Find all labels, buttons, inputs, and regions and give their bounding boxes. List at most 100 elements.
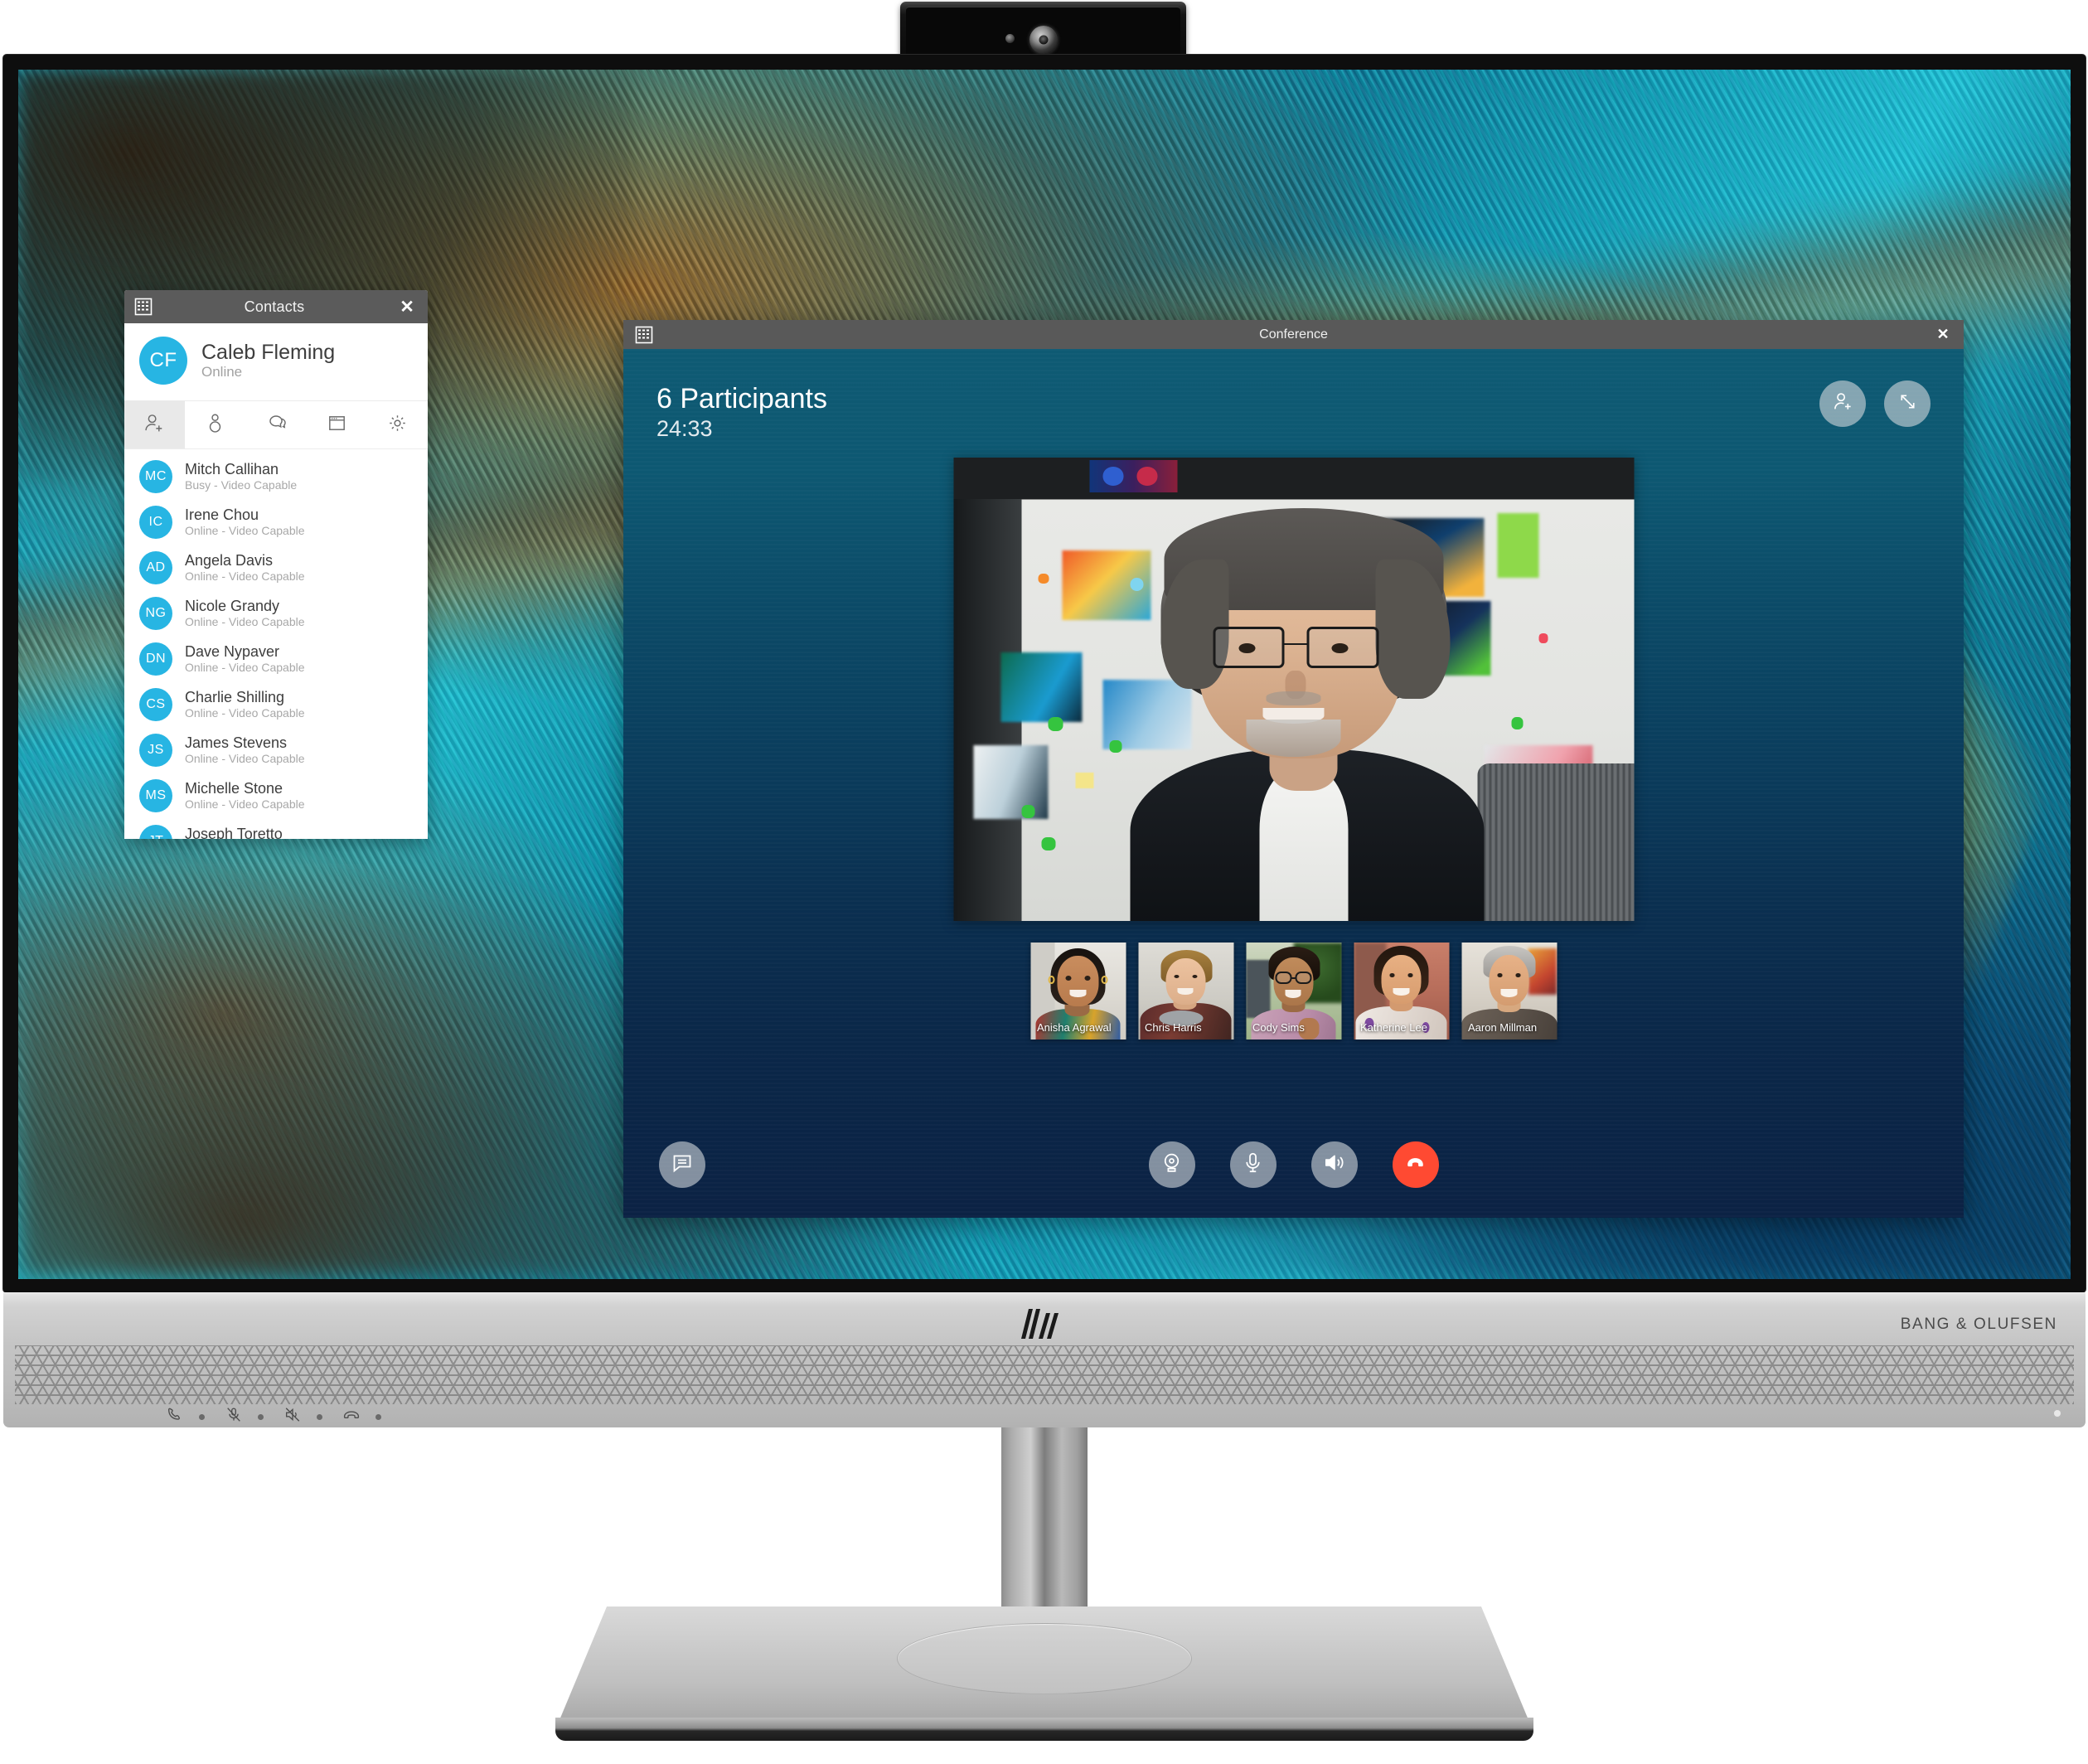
add-participant-button[interactable] <box>1819 380 1866 427</box>
hp-logo <box>1019 1307 1070 1340</box>
current-user-status: Online <box>201 363 243 380</box>
audio-brand-label: BANG & OLUFSEN <box>1900 1316 2057 1333</box>
contact-row[interactable]: CS Charlie Shilling Online - Video Capable <box>124 681 428 727</box>
window-icon <box>326 412 348 439</box>
current-user-row[interactable]: CF Caleb Fleming Online <box>124 323 428 401</box>
monitor-chin: BANG & OLUFSEN <box>3 1292 2086 1427</box>
contact-name: Dave Nypaver <box>185 643 280 661</box>
chat-button[interactable] <box>659 1141 705 1188</box>
participant-thumbnails: Anisha Agrawal Chris Harris Cody Sims Ka… <box>1030 943 1557 1040</box>
add-contact-tab[interactable] <box>124 401 186 448</box>
participant-thumbnail[interactable]: Cody Sims <box>1246 943 1341 1040</box>
person-circle-icon <box>204 412 226 439</box>
speaker-muted-icon <box>283 1407 302 1427</box>
webcam-icon <box>1160 1151 1184 1179</box>
camera-button[interactable] <box>1148 1141 1195 1188</box>
conference-window[interactable]: Conference ✕ 6 Participants 24:33 Anisha… <box>623 320 1964 1218</box>
contact-list[interactable]: MC Mitch Callihan Busy - Video Capable IC Ir… <box>124 449 428 839</box>
expand-view-button[interactable] <box>1884 380 1931 427</box>
expand-arrows-icon <box>1897 390 1919 417</box>
contact-status: Online - Video Capable <box>185 660 305 674</box>
mute-speaker-button[interactable] <box>283 1407 322 1427</box>
screenshot-root: Contacts ✕ CF Caleb Fleming Online MC Mi… <box>0 0 2088 1764</box>
contact-status: Online - Video Capable <box>185 797 305 811</box>
contact-status: Online - Video Capable <box>185 569 305 583</box>
avatar: MS <box>139 778 172 812</box>
led-indicator <box>199 1413 205 1420</box>
monitor-stand-base-edge <box>555 1718 1533 1741</box>
speaker-grille <box>15 1345 2074 1404</box>
mute-microphone-button[interactable] <box>225 1407 264 1427</box>
camera-lens-icon <box>1029 26 1058 54</box>
gear-icon <box>386 412 409 439</box>
avatar: JS <box>139 733 172 767</box>
contact-name: Angela Davis <box>185 552 274 569</box>
chat-bubbles-icon <box>265 412 288 439</box>
conference-header-actions <box>1819 380 1931 427</box>
avatar: CS <box>139 687 172 721</box>
app-grid-icon[interactable] <box>134 298 153 316</box>
microphone-button[interactable] <box>1229 1141 1277 1188</box>
participant-name: Chris Harris <box>1145 1021 1202 1034</box>
contact-row[interactable]: JS James Stevens Online - Video Capable <box>124 727 428 773</box>
avatar: AD <box>139 550 172 584</box>
contact-name: Charlie Shilling <box>185 689 285 706</box>
contact-name: Irene Chou <box>185 506 259 524</box>
speaker-button[interactable] <box>1310 1141 1358 1188</box>
contact-status: Online - Video Capable <box>185 751 305 765</box>
contact-name: Michelle Stone <box>185 780 283 797</box>
close-icon[interactable]: ✕ <box>396 296 418 317</box>
chat-tab[interactable] <box>245 401 306 448</box>
screen: Contacts ✕ CF Caleb Fleming Online MC Mi… <box>18 70 2071 1279</box>
end-call-button[interactable] <box>1392 1141 1439 1188</box>
monitor-stand-swivel <box>896 1623 1192 1694</box>
led-indicator <box>375 1413 381 1420</box>
contacts-toolbar <box>124 401 428 449</box>
answer-call-button[interactable] <box>166 1407 205 1427</box>
contacts-titlebar: Contacts ✕ <box>124 290 428 323</box>
contact-name: Nicole Grandy <box>185 598 280 615</box>
speaker-icon <box>1322 1151 1346 1179</box>
participant-name: Cody Sims <box>1252 1021 1305 1034</box>
contact-row[interactable]: AD Angela Davis Online - Video Capable <box>124 545 428 590</box>
contact-name: Mitch Callihan <box>185 461 279 478</box>
conference-body: 6 Participants 24:33 Anisha Agrawal Chri… <box>623 349 1964 1218</box>
contacts-window[interactable]: Contacts ✕ CF Caleb Fleming Online MC Mi… <box>124 290 428 839</box>
call-history-tab[interactable] <box>185 401 245 448</box>
contact-status: Online - Video Capable <box>185 614 305 628</box>
contact-row[interactable]: DN Dave Nypaver Online - Video Capable <box>124 636 428 681</box>
conference-window-title: Conference <box>1259 327 1328 342</box>
phone-hangup-icon <box>1403 1151 1427 1179</box>
contact-row[interactable]: JTJoseph TorettoBusy - Video Capable <box>124 818 428 839</box>
monitor-stand-neck <box>1000 1427 1088 1616</box>
avatar: NG <box>139 596 172 630</box>
active-speaker-video[interactable] <box>953 458 1634 921</box>
avatar: JT <box>139 824 172 839</box>
avatar: MC <box>139 459 172 493</box>
power-led-icon <box>2054 1410 2061 1417</box>
avatar: IC <box>139 505 172 539</box>
microphone-icon <box>1241 1151 1265 1179</box>
participant-thumbnail[interactable]: Anisha Agrawal <box>1030 943 1126 1040</box>
contact-row[interactable]: IC Irene Chou Online - Video Capable <box>124 499 428 545</box>
led-indicator <box>258 1413 264 1420</box>
phone-handset-icon <box>166 1407 184 1427</box>
participant-thumbnail[interactable]: Chris Harris <box>1138 943 1233 1040</box>
participant-thumbnail[interactable]: Aaron Millman <box>1461 943 1557 1040</box>
window-tab[interactable] <box>307 401 367 448</box>
led-indicator <box>317 1413 322 1420</box>
contact-status: Busy - Video Capable <box>185 477 298 492</box>
current-user-name: Caleb Fleming <box>201 340 336 364</box>
camera-led-icon <box>1005 34 1015 43</box>
participant-thumbnail[interactable]: Katherine Lee <box>1354 943 1449 1040</box>
app-grid-icon[interactable] <box>635 326 653 344</box>
conference-controls <box>1148 1141 1439 1188</box>
contact-row[interactable]: NG Nicole Grandy Online - Video Capable <box>124 590 428 636</box>
close-icon[interactable]: ✕ <box>1934 326 1952 343</box>
contact-name: James Stevens <box>185 734 288 752</box>
end-call-button[interactable] <box>342 1407 381 1427</box>
add-person-icon <box>143 412 166 439</box>
contact-row[interactable]: MC Mitch Callihan Busy - Video Capable <box>124 453 428 499</box>
contact-row[interactable]: MS Michelle Stone Online - Video Capable <box>124 773 428 818</box>
settings-tab[interactable] <box>367 401 428 448</box>
